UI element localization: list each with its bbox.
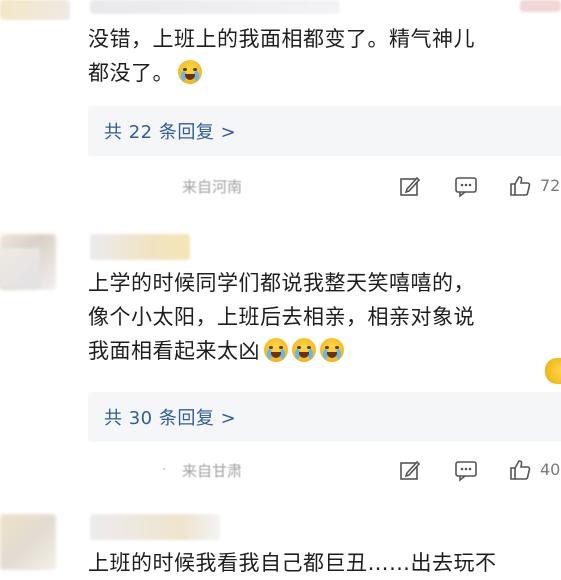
comment-line: 上学的时候同学们都说我整天笑嘻嘻的， (88, 271, 475, 295)
comment-location: 来自河南 (182, 178, 243, 196)
meta-separator: · (162, 462, 167, 478)
comment-item: 上学的时候同学们都说我整天笑嘻嘻的， 像个小太阳，上班后去相亲，相亲对象说 我面… (0, 228, 561, 510)
like-count: 40 (540, 460, 561, 479)
crying-emoji-icon (264, 338, 288, 362)
thumbs-up-icon[interactable] (508, 174, 532, 198)
comment-item: 没错，上班上的我面相都变了。精气神儿 都没了。 共 22 条回复 > 来自河南 (0, 0, 561, 220)
comment-text: 上学的时候同学们都说我整天笑嘻嘻的， 像个小太阳，上班后去相亲，相亲对象说 我面… (88, 266, 551, 368)
comment-text: 上班的时候我看我自己都巨丑……出去玩不 (88, 546, 551, 580)
reply-summary[interactable]: 共 30 条回复 > (88, 392, 561, 442)
comment-meta: 来自河南 72 (88, 172, 561, 202)
edit-icon[interactable] (398, 174, 422, 198)
comment-text: 没错，上班上的我面相都变了。精气神儿 都没了。 (88, 22, 551, 90)
thumbs-up-icon[interactable] (508, 458, 532, 482)
comment-item: 上班的时候我看我自己都巨丑……出去玩不 (0, 510, 561, 580)
comment-line-text: 我面相看起来太凶 (88, 339, 260, 363)
view-replies-link[interactable]: 共 22 条回复 > (104, 118, 236, 144)
avatar (0, 514, 56, 570)
crying-emoji-icon (545, 358, 561, 384)
comment-icon[interactable] (454, 174, 478, 198)
comment-line: 上班的时候我看我自己都巨丑……出去玩不 (88, 551, 497, 575)
comment-feed: 没错，上班上的我面相都变了。精气神儿 都没了。 共 22 条回复 > 来自河南 (0, 0, 561, 580)
crying-emoji-icon (292, 338, 316, 362)
comment-location: 来自甘肃 (182, 462, 243, 480)
comment-meta: · 来自甘肃 40 (88, 456, 561, 486)
view-replies-link[interactable]: 共 30 条回复 > (104, 404, 236, 430)
blurred-username (90, 514, 220, 540)
comment-icon[interactable] (454, 458, 478, 482)
comment-line: 都没了。 (88, 56, 551, 90)
comment-line-text: 都没了。 (88, 61, 174, 85)
reply-summary[interactable]: 共 22 条回复 > (88, 106, 561, 156)
like-count: 72 (540, 176, 561, 195)
comment-line: 我面相看起来太凶 (88, 334, 551, 368)
blurred-badge (0, 248, 40, 288)
crying-emoji-icon (178, 60, 202, 84)
comment-line: 没错，上班上的我面相都变了。精气神儿 (88, 27, 475, 51)
edit-icon[interactable] (398, 458, 422, 482)
blurred-username (90, 234, 190, 260)
comment-line: 像个小太阳，上班后去相亲，相亲对象说 (88, 305, 475, 329)
crying-emoji-icon (320, 338, 344, 362)
